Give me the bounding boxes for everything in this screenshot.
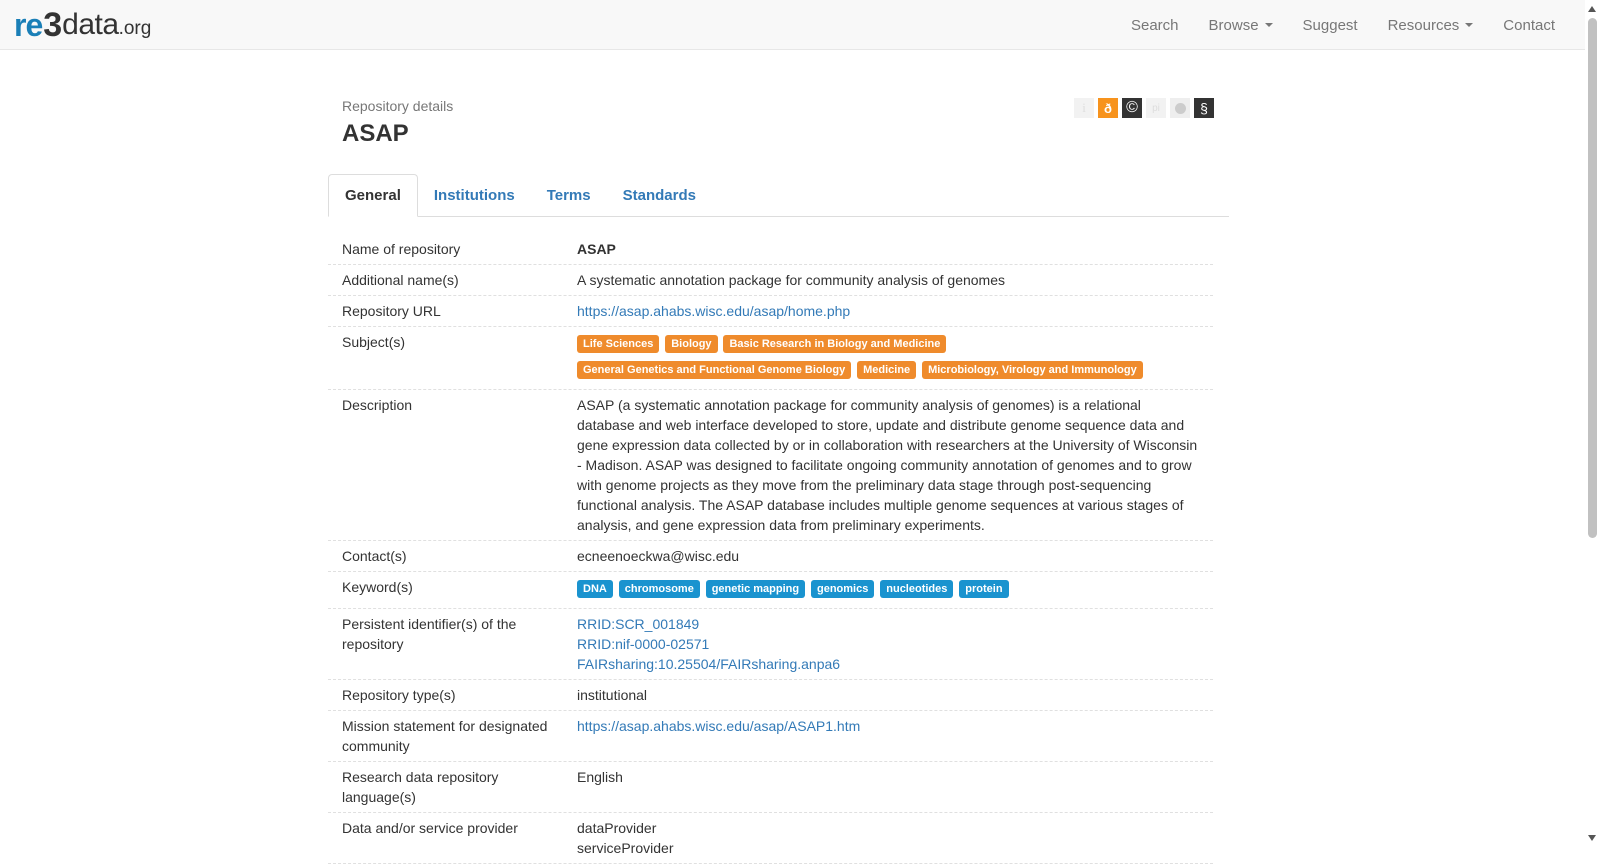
- row-keywords: Keyword(s) DNA chromosome genetic mappin…: [328, 572, 1213, 609]
- row-language: Research data repository language(s) Eng…: [328, 762, 1213, 813]
- row-repository-type: Repository type(s) institutional: [328, 680, 1213, 711]
- repository-language: English: [577, 769, 623, 785]
- certificate-dot: [1174, 102, 1186, 114]
- row-pids: Persistent identifier(s) of the reposito…: [328, 609, 1213, 680]
- scroll-down-arrow-icon[interactable]: [1588, 835, 1596, 841]
- repository-type: institutional: [577, 687, 648, 703]
- provider-type: dataProvider: [577, 820, 657, 836]
- nav-resources[interactable]: Resources: [1373, 0, 1489, 50]
- navbar: re 3 data .org Search Browse Suggest Resour…: [0, 0, 1585, 50]
- nav-suggest[interactable]: Suggest: [1288, 0, 1373, 50]
- details-table: Name of repository ASAP Additional name(…: [328, 234, 1213, 864]
- nav-contact-label: Contact: [1503, 16, 1555, 34]
- logo-org: .org: [118, 18, 152, 39]
- row-description: Description ASAP (a systematic annotatio…: [328, 390, 1213, 541]
- keyword-list: DNA chromosome genetic mapping genomics …: [563, 572, 1213, 608]
- nav-search-label: Search: [1130, 16, 1179, 34]
- subject-badge[interactable]: Medicine: [857, 361, 917, 379]
- row-label: Additional name(s): [342, 272, 459, 288]
- subject-badge[interactable]: Basic Research in Biology and Medicine: [723, 335, 947, 353]
- provider-list: dataProvider serviceProvider: [563, 813, 1213, 863]
- nav-browse[interactable]: Browse: [1194, 0, 1288, 50]
- policy-icon[interactable]: §: [1194, 98, 1214, 118]
- open-access-icon[interactable]: ð: [1098, 98, 1118, 118]
- nav-contact[interactable]: Contact: [1488, 0, 1570, 50]
- subject-badge[interactable]: General Genetics and Functional Genome B…: [577, 361, 852, 379]
- caret-down-icon: [1465, 23, 1474, 27]
- certificate-icon[interactable]: [1170, 98, 1190, 118]
- row-label: Persistent identifier(s) of the reposito…: [342, 616, 517, 652]
- scroll-thumb[interactable]: [1588, 18, 1597, 538]
- row-label: Subject(s): [342, 334, 406, 350]
- nav-resources-label: Resources: [1387, 16, 1460, 34]
- main-nav: Search Browse Suggest Resources Contact: [1116, 0, 1570, 50]
- tab-general[interactable]: General: [328, 174, 418, 217]
- row-label: Description: [342, 397, 413, 413]
- additional-name: A systematic annotation package for comm…: [577, 272, 1005, 288]
- row-name: Name of repository ASAP: [328, 234, 1213, 265]
- row-contacts: Contact(s) ecneenoeckwa@wisc.edu: [328, 541, 1213, 572]
- pid-link[interactable]: FAIRsharing:10.25504/FAIRsharing.anpa6: [577, 656, 840, 672]
- pid-list: RRID:SCR_001849 RRID:nif-0000-02571 FAIR…: [563, 609, 1213, 679]
- re3data-logo[interactable]: re 3 data .org: [14, 6, 151, 44]
- row-provider: Data and/or service provider dataProvide…: [328, 813, 1213, 864]
- row-label: Keyword(s): [342, 579, 413, 595]
- caret-down-icon: [1264, 23, 1273, 27]
- repository-name: ASAP: [577, 241, 616, 257]
- logo-three: 3: [43, 6, 63, 44]
- pid-link[interactable]: RRID:nif-0000-02571: [577, 636, 709, 652]
- logo-re: re: [14, 7, 43, 43]
- keyword-badge[interactable]: genetic mapping: [705, 580, 806, 598]
- copyright-icon[interactable]: ©: [1122, 98, 1142, 118]
- description-text: ASAP (a systematic annotation package fo…: [577, 397, 1198, 533]
- tab-standards[interactable]: Standards: [607, 174, 712, 216]
- subject-badge[interactable]: Life Sciences: [577, 335, 660, 353]
- row-label: Name of repository: [342, 241, 461, 257]
- page-subtitle: Repository details: [342, 98, 454, 114]
- pid-link[interactable]: RRID:SCR_001849: [577, 616, 699, 632]
- keyword-badge[interactable]: genomics: [811, 580, 875, 598]
- tab-terms[interactable]: Terms: [531, 174, 607, 216]
- detail-tabs: General Institutions Terms Standards: [328, 174, 1229, 217]
- row-label: Contact(s): [342, 548, 407, 564]
- row-label: Repository type(s): [342, 687, 456, 703]
- row-label: Repository URL: [342, 303, 441, 319]
- subject-badge[interactable]: Biology: [665, 335, 718, 353]
- persistent-identifier-icon[interactable]: pi: [1146, 98, 1166, 118]
- nav-suggest-label: Suggest: [1302, 16, 1358, 34]
- row-subjects: Subject(s) Life Sciences Biology Basic R…: [328, 327, 1213, 390]
- info-icon[interactable]: i: [1074, 98, 1094, 118]
- subject-list: Life Sciences Biology Basic Research in …: [563, 327, 1213, 389]
- keyword-badge[interactable]: nucleotides: [880, 580, 954, 598]
- keyword-badge[interactable]: protein: [959, 580, 1009, 598]
- repository-url-link[interactable]: https://asap.ahabs.wisc.edu/asap/home.ph…: [577, 303, 850, 319]
- row-mission: Mission statement for designated communi…: [328, 711, 1213, 762]
- nav-browse-label: Browse: [1208, 16, 1259, 34]
- subject-badge[interactable]: Microbiology, Virology and Immunology: [922, 361, 1143, 379]
- page-title: ASAP: [342, 120, 409, 147]
- provider-type: serviceProvider: [577, 840, 674, 856]
- row-label: Research data repository language(s): [342, 769, 499, 805]
- contact-email: ecneenoeckwa@wisc.edu: [577, 548, 740, 564]
- logo-data: data: [62, 8, 119, 41]
- scroll-up-arrow-icon[interactable]: [1588, 6, 1596, 12]
- keyword-badge[interactable]: DNA: [577, 580, 613, 598]
- row-url: Repository URL https://asap.ahabs.wisc.e…: [328, 296, 1213, 327]
- row-additional-names: Additional name(s) A systematic annotati…: [328, 265, 1213, 296]
- row-label: Mission statement for designated communi…: [342, 718, 548, 754]
- row-label: Data and/or service provider: [342, 820, 518, 836]
- mission-link[interactable]: https://asap.ahabs.wisc.edu/asap/ASAP1.h…: [577, 718, 860, 734]
- tab-institutions[interactable]: Institutions: [418, 174, 531, 216]
- page-scrollbar[interactable]: [1585, 0, 1600, 861]
- keyword-badge[interactable]: chromosome: [618, 580, 700, 598]
- repository-icons: i ð © pi §: [1074, 98, 1214, 118]
- nav-search[interactable]: Search: [1116, 0, 1194, 50]
